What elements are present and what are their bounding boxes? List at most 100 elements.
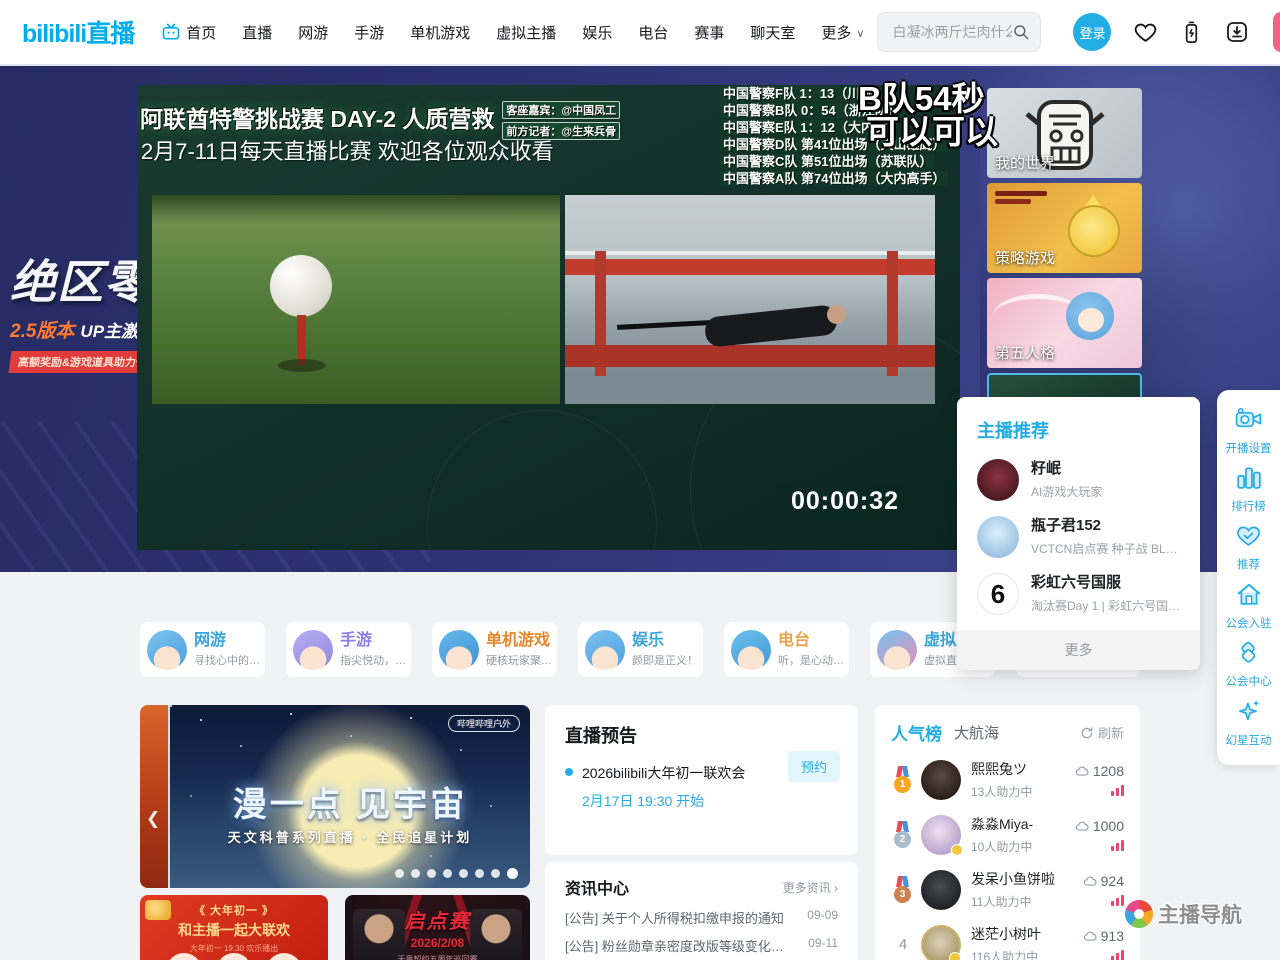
search-input[interactable] <box>892 24 1012 40</box>
nav-entertainment[interactable]: 娱乐 <box>582 22 612 43</box>
carousel-dot[interactable] <box>491 869 500 878</box>
yellow-character-art <box>1068 205 1120 257</box>
promo-carousel[interactable]: 漫一点 见宇宙 天文科普系列直播 · 全民追星计划 哔哩哔哩户外 ❮ <box>140 705 530 888</box>
live-player[interactable]: 阿联酋特警挑战赛 DAY-2 人质营救 客座嘉宾：@中国凤工 前方记者：@生来兵… <box>137 85 960 550</box>
streamer-avatar <box>921 815 961 855</box>
category-card-online-games[interactable]: 网游 寻找心中的… <box>140 622 265 677</box>
popup-more-button[interactable]: 更多 <box>957 630 1200 670</box>
target-stand <box>297 315 306 365</box>
streamer-avatar <box>921 925 961 960</box>
ranking-row[interactable]: 1 熙熙兔ツ 13人助力中 1208 <box>891 759 1124 800</box>
side-stream-identityv[interactable]: 第五人格 <box>987 278 1142 368</box>
nav-pc-games[interactable]: 单机游戏 <box>410 22 470 43</box>
nav-esports[interactable]: 赛事 <box>694 22 724 43</box>
esports-qualifier-banner[interactable]: 启点赛 2026/2/08 无畏契约五周年巡回赛 <box>345 895 530 960</box>
target-shadow <box>278 359 326 372</box>
recommended-streamer[interactable]: 瓶子君152 VCTCN启点赛 种子战 BLG… <box>977 516 1180 558</box>
streamer-avatar <box>921 870 961 910</box>
carousel-dot[interactable] <box>459 869 468 878</box>
nav-chatroom[interactable]: 聊天室 <box>750 22 795 43</box>
carousel-prev-arrow-icon[interactable]: ❮ <box>146 809 160 829</box>
menu-broadcast-settings[interactable]: 开播设置 <box>1226 407 1272 456</box>
category-mascot-avatar <box>293 630 333 670</box>
category-card-radio[interactable]: 电台 听，是心动… <box>724 622 849 677</box>
tab-grand-fleet[interactable]: 大航海 <box>954 722 999 743</box>
streamer-avatar-r6-logo: 6 <box>977 573 1019 615</box>
nav-more[interactable]: 更多 ∨ <box>821 22 864 43</box>
carousel-dot[interactable] <box>411 869 420 878</box>
search-bar[interactable] <box>877 12 1041 52</box>
refresh-button[interactable]: 刷新 <box>1080 723 1124 742</box>
fan-medal-badge <box>949 952 961 960</box>
app-download-icon[interactable] <box>1225 20 1249 44</box>
recommended-streamer[interactable]: 6 彩虹六号国服 淘汰赛Day 1 | 彩虹六号国… <box>977 573 1180 615</box>
news-more-link[interactable]: 更多资讯 › <box>783 879 838 896</box>
live-activity-bars-icon <box>1083 895 1124 906</box>
live-activity-bars-icon <box>1075 840 1124 851</box>
side-stream-strategy[interactable]: 策略游戏 <box>987 183 1142 273</box>
bullet-dot <box>565 768 573 776</box>
carousel-slide-astronomy[interactable]: 漫一点 见宇宙 天文科普系列直播 · 全民追星计划 哔哩哔哩户外 <box>170 705 530 888</box>
category-mascot-avatar <box>877 630 917 670</box>
charge-battery-icon[interactable] <box>1180 20 1203 45</box>
video-pane-shooter <box>565 195 935 404</box>
carousel-dot[interactable] <box>395 869 404 878</box>
recommended-streamer[interactable]: 籽岷 AI游戏大玩家 <box>977 459 1180 501</box>
carousel-slide-subtitle: 天文科普系列直播 · 全民追星计划 <box>170 827 530 846</box>
bronze-medal-icon: 3 <box>891 876 915 903</box>
news-item[interactable]: [公告] 粉丝勋章亲密度改版等级变化说明 09-11 <box>565 936 838 955</box>
search-icon[interactable] <box>1012 23 1030 41</box>
sparkle-icon <box>1236 698 1262 728</box>
fan-medal-badge <box>951 844 963 856</box>
nav-mobile-games[interactable]: 手游 <box>354 22 384 43</box>
nav-radio[interactable]: 电台 <box>638 22 668 43</box>
nav-vtuber[interactable]: 虚拟主播 <box>496 22 556 43</box>
side-stream-minecraft[interactable]: 我的世界 <box>987 88 1142 178</box>
top-navbar: bilibili直播 首页 直播 网游 手游 单机游戏 虚拟主播 娱乐 电台 赛… <box>0 0 1280 64</box>
nav-online-games[interactable]: 网游 <box>298 22 328 43</box>
nav-live[interactable]: 直播 <box>242 22 272 43</box>
ranking-row[interactable]: 3 发呆小鱼饼啦 11人助力中 924 <box>891 869 1124 910</box>
carousel-dot[interactable] <box>427 869 436 878</box>
favorites-heart-icon[interactable] <box>1133 20 1158 45</box>
nav-home[interactable]: 首页 <box>161 22 216 43</box>
menu-guild-center[interactable]: 公会中心 <box>1226 640 1272 689</box>
stream-title: 阿联酋特警挑战赛 DAY-2 人质营救 <box>140 100 494 134</box>
match-timer: 00:00:32 <box>775 483 915 519</box>
menu-star-interactive[interactable]: 幻星互动 <box>1226 698 1272 748</box>
menu-recommend[interactable]: 推荐 <box>1235 523 1262 572</box>
reserve-button[interactable]: 预约 <box>788 751 840 782</box>
news-item[interactable]: [公告] 关于个人所得税扣缴申报的通知 09-09 <box>565 908 838 927</box>
popularity-cloud-icon <box>1075 820 1089 832</box>
streamer-avatar <box>977 516 1019 558</box>
popularity-cloud-icon <box>1075 765 1089 777</box>
new-year-gala-banner[interactable]: 《 大年初一 》 和主播一起大联欢 大年初一 19:30 欢乐播出 <box>140 895 328 960</box>
target-ball <box>270 255 332 317</box>
carousel-previous-slide-edge <box>140 705 168 888</box>
menu-guild-join[interactable]: 公会入驻 <box>1226 582 1272 631</box>
category-mascot-avatar <box>731 630 771 670</box>
tab-popularity[interactable]: 人气榜 <box>891 720 942 745</box>
popularity-ranking-card: 人气榜 大航海 刷新 1 熙熙兔ツ 13人助力中 1208 2 <box>875 705 1140 960</box>
category-card-entertainment[interactable]: 娱乐 颜即是正义！ <box>578 622 703 677</box>
carousel-dot[interactable] <box>475 869 484 878</box>
go-live-button[interactable]: 我要开播 <box>1273 12 1280 52</box>
menu-ranking[interactable]: 排行榜 <box>1231 465 1266 514</box>
pinwheel-icon <box>1125 900 1153 928</box>
schedule-time: 2月17日 19:30 开始 <box>582 791 838 811</box>
carousel-dot[interactable] <box>443 869 452 878</box>
ranking-row[interactable]: 2 淼淼Miya- 10人助力中 1000 <box>891 814 1124 855</box>
login-button[interactable]: 登录 <box>1073 13 1111 51</box>
category-card-pc-games[interactable]: 单机游戏 硬核玩家聚… <box>432 622 557 677</box>
bilibili-live-logo[interactable]: bilibili直播 <box>22 14 134 50</box>
tv-icon <box>161 22 181 42</box>
promo-version: 2.5版本 <box>10 321 74 342</box>
carousel-dot-active[interactable] <box>507 868 518 879</box>
right-quick-menu: 开播设置 排行榜 推荐 公会入驻 公会中心 <box>1217 390 1280 765</box>
popup-title: 主播推荐 <box>977 417 1180 443</box>
category-card-mobile-games[interactable]: 手游 指尖悦动，… <box>286 622 411 677</box>
bilibili-live-homepage: bilibili直播 首页 直播 网游 手游 单机游戏 虚拟主播 娱乐 电台 赛… <box>0 0 1280 960</box>
heart-icon <box>1235 523 1262 552</box>
streamer-recommend-popup: 主播推荐 籽岷 AI游戏大玩家 瓶子君152 VCTCN启点赛 种子战 BLG…… <box>957 397 1200 670</box>
ranking-row[interactable]: 4 迷茫小树叶 116人助力中 913 <box>891 924 1124 960</box>
